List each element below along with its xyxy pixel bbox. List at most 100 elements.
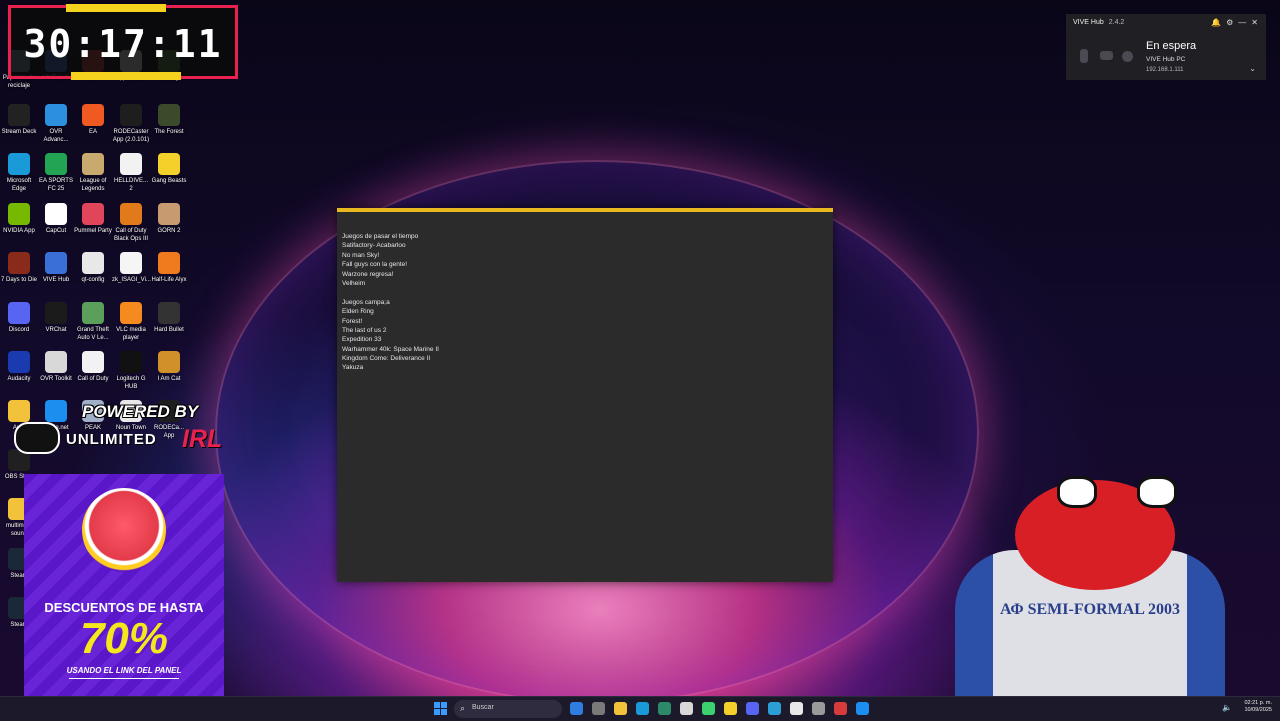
powered-by-text: POWERED BY <box>82 402 199 421</box>
taskbar-app-icon[interactable] <box>680 702 693 715</box>
desktop-icon[interactable]: Half-Life Alyx <box>150 252 188 285</box>
desktop-icon-label: OVR Toolkit <box>40 376 72 382</box>
vive-hub-version: 2.4.2 <box>1108 19 1125 26</box>
desktop-icon[interactable]: HELLDIVE... 2 <box>112 153 150 193</box>
bell-icon[interactable]: 🔔 <box>1211 18 1221 27</box>
minimize-icon[interactable]: — <box>1238 18 1246 27</box>
notepad-line: The last of us 2 <box>342 326 387 334</box>
desktop-icon[interactable]: VRChat <box>37 302 75 335</box>
notepad-text-area[interactable]: Juegos de pasar el tiempo Satifactory- Ac… <box>342 232 439 373</box>
desktop-icon[interactable]: VIVE Hub <box>37 252 75 285</box>
app-icon <box>158 252 180 274</box>
taskbar-app-icon[interactable] <box>592 702 605 715</box>
desktop-icon[interactable]: 7 Days to Die <box>0 252 38 285</box>
taskbar: ⌕ Buscar 🔈 02:21 p. m. 10/09/2025 <box>0 696 1280 721</box>
taskbar-app-icon[interactable] <box>834 702 847 715</box>
taskbar-app-icon[interactable] <box>636 702 649 715</box>
desktop-icon-label: HELLDIVE... 2 <box>113 178 148 192</box>
notepad-line: No man Sky! <box>342 251 380 259</box>
app-icon <box>8 203 30 225</box>
taskbar-app-icon[interactable] <box>856 702 869 715</box>
desktop-icon[interactable]: Gang Beasts <box>150 153 188 186</box>
desktop-icon[interactable]: I Am Cat <box>150 351 188 384</box>
desktop-icon-label: Grand Theft Auto V Le... <box>77 327 109 341</box>
stream-timer: 30:17:11 <box>8 4 238 80</box>
desktop-icon-label: GORN 2 <box>157 228 181 234</box>
app-icon <box>45 104 67 126</box>
desktop-icon-label: zk_ISAGI_Vi... <box>112 277 151 283</box>
notepad-line: Kingdom Come: Deliverance II <box>342 355 431 363</box>
system-clock[interactable]: 02:21 p. m. 10/09/2025 <box>1244 700 1272 714</box>
app-icon <box>120 104 142 126</box>
notepad-line: Fall guys con la gente! <box>342 261 408 269</box>
app-icon <box>45 302 67 324</box>
taskbar-app-icon[interactable] <box>812 702 825 715</box>
desktop-icon-label: Hard Bullet <box>154 327 184 333</box>
desktop-icon[interactable]: RODECaster App (2.0.101) <box>112 104 150 144</box>
taskbar-app-icon[interactable] <box>790 702 803 715</box>
app-icon <box>120 203 142 225</box>
desktop-icon[interactable]: The Forest <box>150 104 188 137</box>
desktop-icon[interactable]: Hard Bullet <box>150 302 188 335</box>
desktop-icon[interactable]: Logitech G HUB <box>112 351 150 391</box>
promo-divider <box>69 678 179 679</box>
notepad-line: Elden Ring <box>342 308 374 316</box>
taskbar-search-box[interactable]: ⌕ Buscar <box>454 700 562 718</box>
taskbar-app-icon[interactable] <box>768 702 781 715</box>
promo-line1: DESCUENTOS DE HASTA <box>44 600 204 615</box>
app-icon <box>82 252 104 274</box>
gear-icon[interactable]: ⚙ <box>1226 18 1233 27</box>
desktop-icon[interactable]: qt-config <box>74 252 112 285</box>
vive-hub-panel[interactable]: VIVE Hub 2.4.2 🔔 ⚙ — ✕ En espera VIVE Hub PC… <box>1066 14 1266 80</box>
vive-ip: 192.168.1.111 <box>1146 67 1184 73</box>
desktop-icon[interactable]: NVIDIA App <box>0 203 38 236</box>
app-icon <box>45 252 67 274</box>
desktop-icon[interactable]: OVR Toolkit <box>37 351 75 384</box>
desktop-icon[interactable]: Microsoft Edge <box>0 153 38 193</box>
desktop-icon-label: Pummel Party <box>74 228 112 234</box>
desktop-icon[interactable]: VLC media player <box>112 302 150 342</box>
taskbar-app-icon[interactable] <box>614 702 627 715</box>
desktop-icon[interactable]: Grand Theft Auto V Le... <box>74 302 112 342</box>
timer-accent-top <box>66 4 166 12</box>
desktop-icon-label: Half-Life Alyx <box>151 277 187 283</box>
headset-device-icon <box>1080 49 1088 63</box>
notepad-window[interactable]: Juegos de pasar el tiempo Satifactory- Ac… <box>337 208 833 582</box>
close-icon[interactable]: ✕ <box>1251 18 1258 27</box>
desktop-icon[interactable]: EA <box>74 104 112 137</box>
taskbar-search-placeholder: Buscar <box>472 704 494 711</box>
powered-by-overlay: POWERED BY UNLIMITED IRL <box>10 400 238 468</box>
desktop-icon[interactable]: zk_ISAGI_Vi... <box>112 252 151 285</box>
desktop-icon[interactable]: OVR Advanc... <box>37 104 75 144</box>
taskbar-app-icon[interactable] <box>724 702 737 715</box>
desktop-icon[interactable]: Pummel Party <box>74 203 112 236</box>
desktop-icon[interactable]: GORN 2 <box>150 203 188 236</box>
taskbar-app-icon[interactable] <box>702 702 715 715</box>
app-icon <box>158 104 180 126</box>
irl-text: IRL <box>182 425 223 453</box>
app-icon <box>82 203 104 225</box>
desktop-icon-label: CapCut <box>45 228 67 234</box>
desktop-icon[interactable]: Call of Duty Black Ops III <box>112 203 150 243</box>
desktop-icon-label: Audacity <box>7 376 31 382</box>
mascot-avatar <box>82 488 166 572</box>
taskbar-app-icon[interactable] <box>658 702 671 715</box>
chevron-down-icon[interactable]: ⌄ <box>1249 64 1256 73</box>
windows-start-icon[interactable] <box>434 702 448 716</box>
speaker-icon[interactable]: 🔈 <box>1222 703 1232 712</box>
notepad-line: Juegos campa;a <box>342 298 390 306</box>
desktop-icon[interactable]: CapCut <box>37 203 75 236</box>
clock-time: 02:21 p. m. <box>1244 700 1272 706</box>
desktop-icon-label: Microsoft Edge <box>6 178 32 192</box>
taskbar-app-icon[interactable] <box>746 702 759 715</box>
desktop-icon[interactable]: EA SPORTS FC 25 <box>37 153 75 193</box>
desktop-icon[interactable]: League of Legends <box>74 153 112 193</box>
desktop-icon[interactable]: Stream Deck <box>0 104 38 137</box>
search-icon: ⌕ <box>460 703 466 713</box>
vive-pc-name: VIVE Hub PC <box>1146 56 1186 63</box>
app-icon <box>82 153 104 175</box>
desktop-icon[interactable]: Discord <box>0 302 38 335</box>
taskbar-app-icon[interactable] <box>570 702 583 715</box>
desktop-icon[interactable]: Audacity <box>0 351 38 384</box>
desktop-icon[interactable]: Call of Duty <box>74 351 112 384</box>
